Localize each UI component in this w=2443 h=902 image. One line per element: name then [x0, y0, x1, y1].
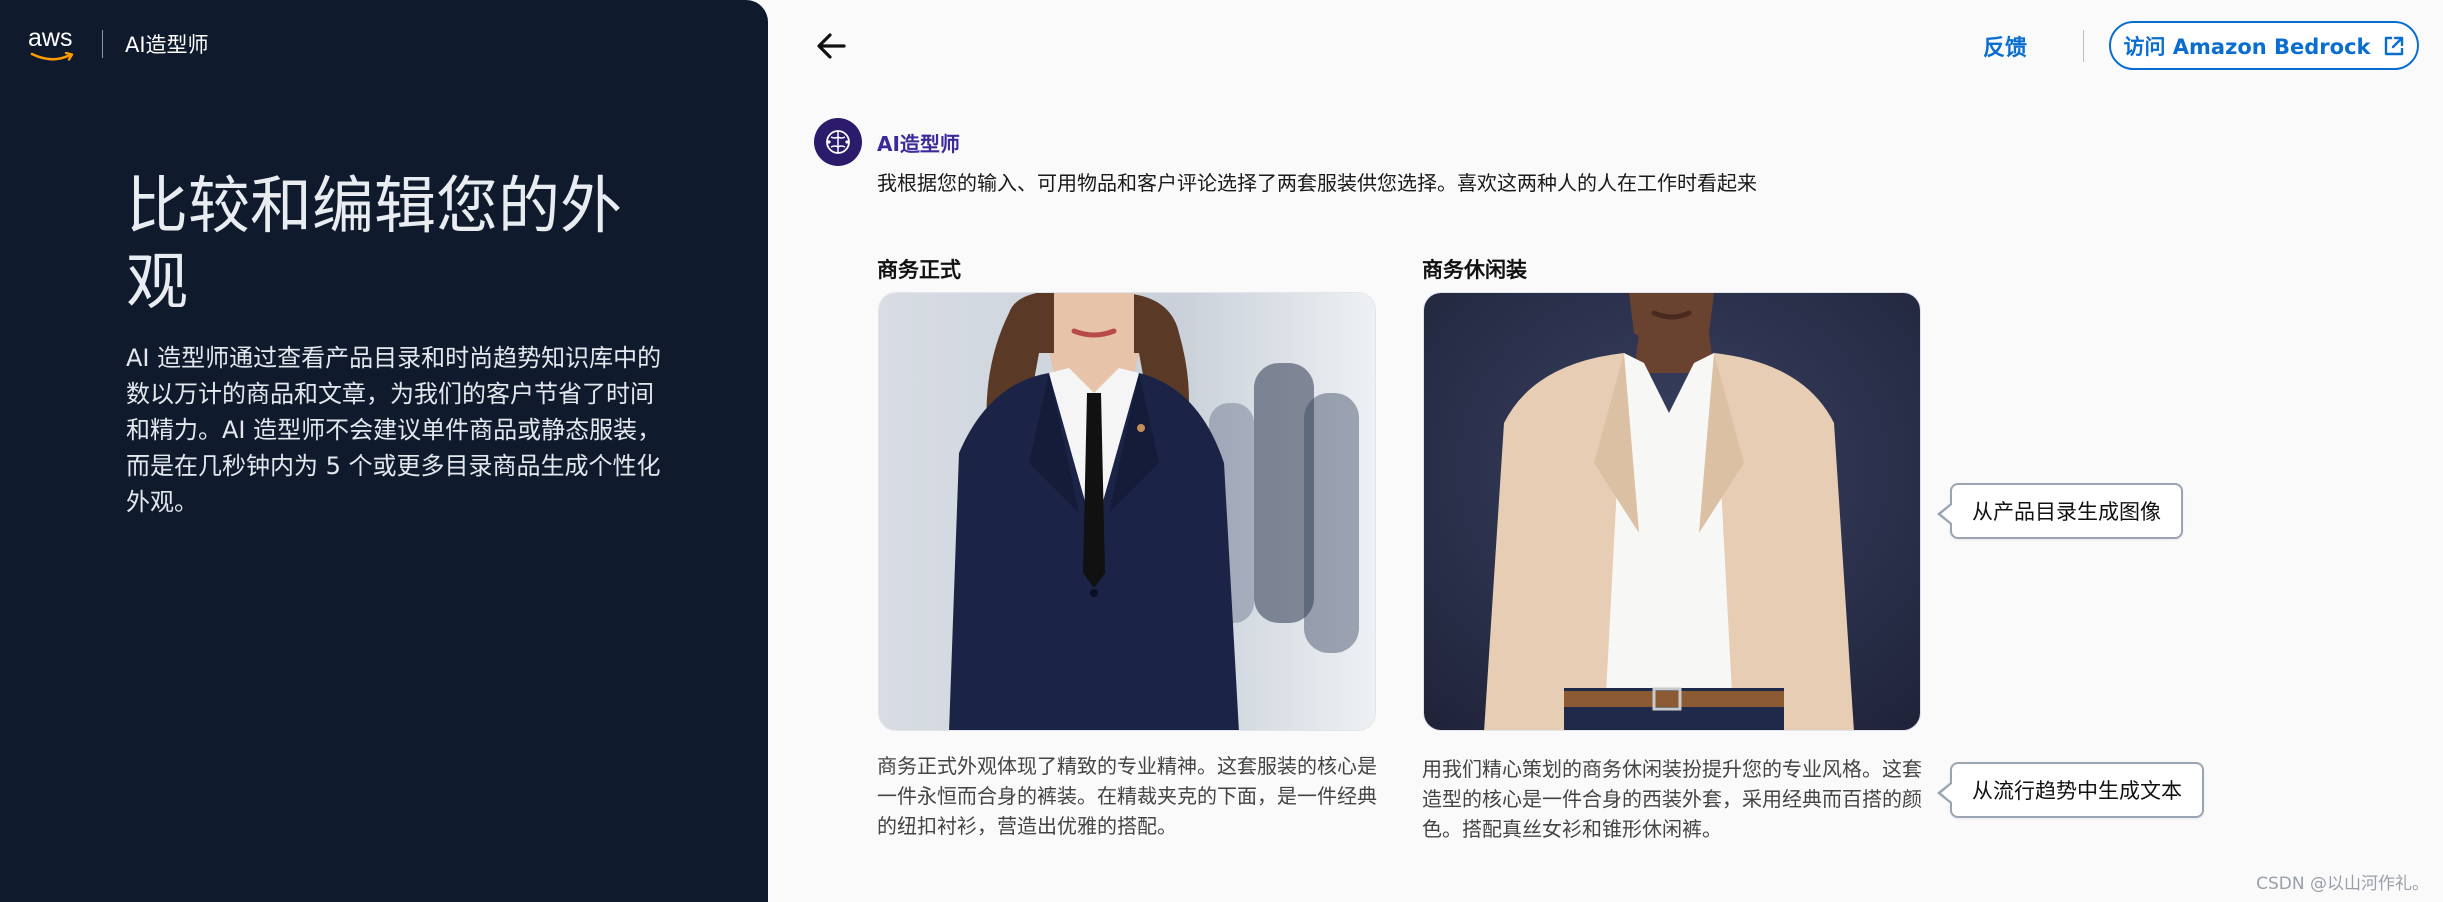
- business-formal-photo: [879, 293, 1375, 730]
- outfit-description-formal: 商务正式外观体现了精致的专业精神。这套服装的核心是一件永恒而合身的裤装。在精裁夹…: [877, 754, 1377, 838]
- callout-image-generation: 从产品目录生成图像: [1937, 483, 2183, 539]
- external-link-icon: [2384, 36, 2403, 55]
- assistant-avatar: [814, 118, 862, 166]
- outfit-title-casual: 商务休闲装: [1422, 258, 1527, 282]
- outfit-image-formal[interactable]: [878, 292, 1376, 731]
- aws-smile-icon: [30, 52, 74, 61]
- watermark: CSDN @以山河作礼。: [2256, 874, 2429, 894]
- page-description: AI 造型师通过查看产品目录和时尚趋势知识库中的数以万计的商品和文章，为我们的客…: [126, 344, 662, 516]
- arrow-left-icon: [817, 33, 846, 59]
- header-divider: [2083, 30, 2084, 62]
- brand-divider: [102, 30, 103, 58]
- callout-text-generation: 从流行趋势中生成文本: [1937, 762, 2204, 818]
- brand-header: aws AI造型师: [28, 26, 209, 62]
- outfit-image-casual[interactable]: [1423, 292, 1921, 731]
- feedback-link[interactable]: 反馈: [1983, 30, 2027, 62]
- outfit-title-formal: 商务正式: [877, 258, 961, 282]
- outfit-description-casual: 用我们精心策划的商务休闲装扮提升您的专业风格。这套造型的核心是一件合身的西装外套…: [1422, 757, 1922, 841]
- business-casual-photo: [1424, 293, 1920, 730]
- assistant-name: AI造型师: [877, 132, 960, 156]
- page-title: 比较和编辑您的外观: [126, 169, 623, 318]
- brain-icon: [826, 130, 850, 154]
- aws-logo-text: aws: [28, 24, 73, 52]
- callout-image-text: 从产品目录生成图像: [1972, 500, 2161, 524]
- assistant-message: 我根据您的输入、可用物品和客户评论选择了两套服装供您选择。喜欢这两种人的人在工作…: [877, 171, 1757, 195]
- visit-bedrock-label: 访问 Amazon Bedrock: [2123, 34, 2371, 59]
- callout-text-text: 从流行趋势中生成文本: [1972, 779, 2182, 803]
- aws-logo[interactable]: aws: [28, 26, 80, 62]
- visit-bedrock-button[interactable]: 访问 Amazon Bedrock: [2109, 21, 2419, 70]
- left-panel: aws AI造型师 比较和编辑您的外观 AI 造型师通过查看产品目录和时尚趋势知…: [0, 0, 768, 902]
- back-button[interactable]: [812, 26, 852, 66]
- app-name: AI造型师: [125, 33, 209, 57]
